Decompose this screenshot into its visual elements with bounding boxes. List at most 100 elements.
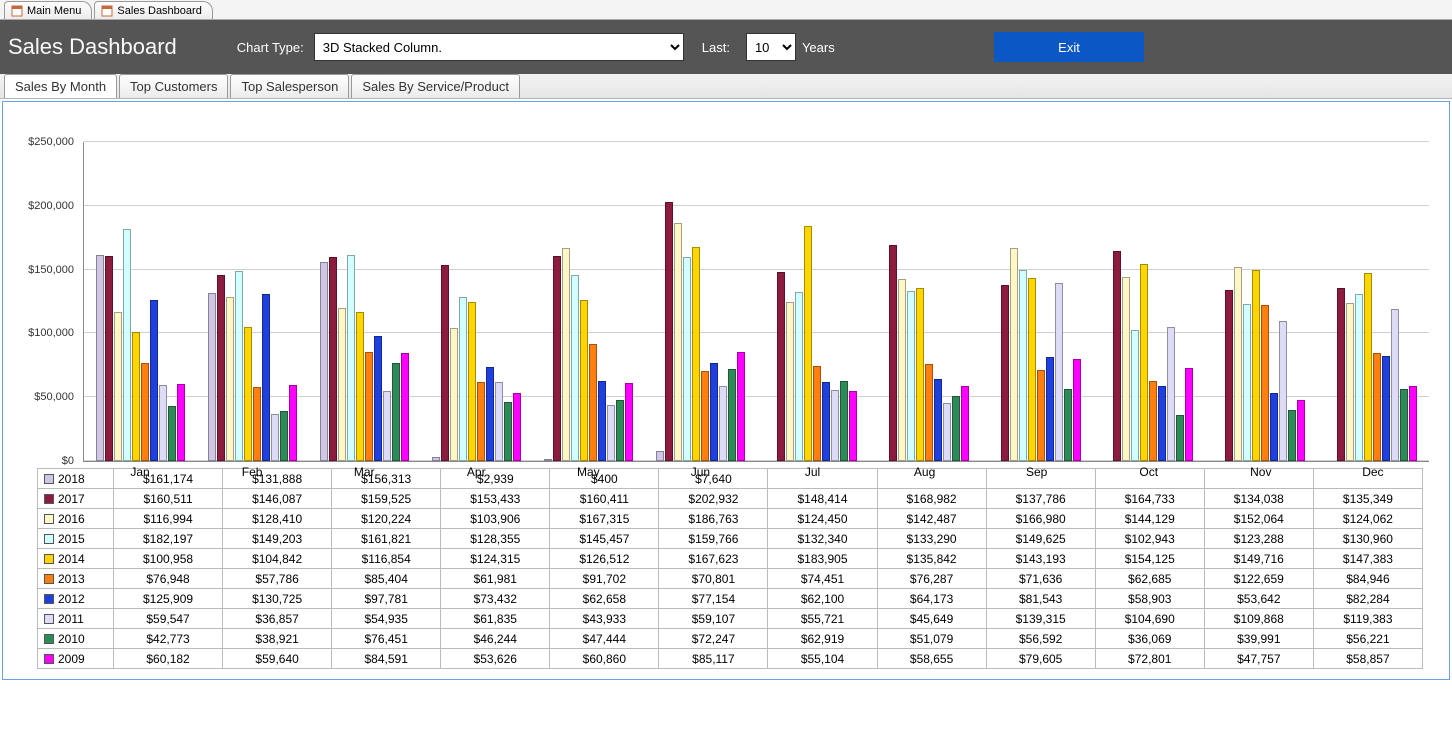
data-cell: $97,781 (332, 589, 441, 609)
series-name: 2017 (58, 492, 85, 506)
bar (701, 371, 709, 461)
bar (486, 367, 494, 461)
table-row: 2014$100,958$104,842$116,854$124,315$126… (38, 549, 1423, 569)
month-group: Oct (1093, 142, 1205, 461)
series-name: 2013 (58, 572, 85, 586)
data-cell: $183,905 (768, 549, 877, 569)
data-cell: $76,948 (114, 569, 223, 589)
bar (598, 381, 606, 461)
data-cell: $51,079 (877, 629, 986, 649)
bar (235, 271, 243, 461)
data-cell: $125,909 (114, 589, 223, 609)
month-group: May (532, 142, 644, 461)
data-cell: $137,786 (986, 489, 1095, 509)
bar (719, 386, 727, 461)
bar (1010, 248, 1018, 461)
bar (1364, 273, 1372, 461)
data-cell: $55,104 (768, 649, 877, 669)
data-cell: $116,994 (114, 509, 223, 529)
data-cell: $76,287 (877, 569, 986, 589)
tab-label: Main Menu (27, 5, 81, 17)
chart-type-select[interactable]: 3D Stacked Column. (314, 33, 684, 61)
bar (1391, 309, 1399, 461)
tab-sales-by-service-product[interactable]: Sales By Service/Product (351, 74, 520, 98)
bar (589, 344, 597, 461)
bar (562, 248, 570, 461)
data-cell: $55,721 (768, 609, 877, 629)
table-row: 2009$60,182$59,640$84,591$53,626$60,860$… (38, 649, 1423, 669)
bar (813, 366, 821, 461)
bar (728, 369, 736, 461)
last-years-select[interactable]: 10 (746, 33, 796, 61)
series-name: 2015 (58, 532, 85, 546)
data-cell: $56,221 (1313, 629, 1422, 649)
bar (1073, 359, 1081, 461)
month-group: Feb (196, 142, 308, 461)
bar (1122, 277, 1130, 461)
bar (737, 352, 745, 461)
data-cell: $62,919 (768, 629, 877, 649)
bar (571, 275, 579, 461)
bar (952, 396, 960, 461)
data-cell: $38,921 (223, 629, 332, 649)
page-title: Sales Dashboard (8, 34, 177, 60)
data-cell: $84,946 (1313, 569, 1422, 589)
data-cell: $149,716 (1204, 549, 1313, 569)
month-group: Jul (756, 142, 868, 461)
tab-top-salesperson[interactable]: Top Salesperson (230, 74, 349, 98)
series-name: 2018 (58, 472, 85, 486)
data-cell: $70,801 (659, 569, 768, 589)
y-tick-label: $100,000 (14, 327, 74, 339)
bar (656, 451, 664, 461)
y-tick-label: $150,000 (14, 264, 74, 276)
bar (96, 255, 104, 461)
data-cell: $103,906 (441, 509, 550, 529)
bar (1225, 290, 1233, 461)
table-row: 2013$76,948$57,786$85,404$61,981$91,702$… (38, 569, 1423, 589)
bar (123, 229, 131, 461)
bar (665, 202, 673, 461)
data-cell: $64,173 (877, 589, 986, 609)
data-cell: $102,943 (1095, 529, 1204, 549)
bar (114, 312, 122, 461)
bar (831, 390, 839, 461)
tab-sales-dashboard[interactable]: Sales Dashboard (94, 1, 212, 19)
bar (1037, 370, 1045, 461)
x-tick-label: Nov (1205, 461, 1317, 479)
chart-panel: $0$50,000$100,000$150,000$200,000$250,00… (2, 101, 1450, 680)
data-cell: $61,835 (441, 609, 550, 629)
bar (1167, 327, 1175, 461)
bar (925, 364, 933, 461)
bar (1149, 381, 1157, 461)
exit-button[interactable]: Exit (994, 32, 1144, 62)
series-name: 2011 (58, 612, 84, 626)
bar (338, 308, 346, 461)
tab-main-menu[interactable]: Main Menu (4, 1, 92, 19)
data-cell: $160,511 (114, 489, 223, 509)
legend-swatch (44, 574, 54, 584)
y-tick-label: $0 (14, 455, 74, 467)
data-cell: $124,450 (768, 509, 877, 529)
table-row: 2017$160,511$146,087$159,525$153,433$160… (38, 489, 1423, 509)
bar (1064, 389, 1072, 461)
data-cell: $81,543 (986, 589, 1095, 609)
bar (150, 300, 158, 461)
bar (1001, 285, 1009, 461)
years-label: Years (802, 40, 835, 55)
series-legend-cell: 2009 (38, 649, 114, 669)
bar (513, 393, 521, 461)
table-row: 2011$59,547$36,857$54,935$61,835$43,933$… (38, 609, 1423, 629)
bar (177, 384, 185, 461)
data-cell: $186,763 (659, 509, 768, 529)
x-tick-label: Jun (644, 461, 756, 479)
data-cell: $47,757 (1204, 649, 1313, 669)
data-cell: $58,655 (877, 649, 986, 669)
tab-sales-by-month[interactable]: Sales By Month (4, 74, 117, 98)
bar (401, 353, 409, 461)
last-label: Last: (702, 40, 730, 55)
data-cell: $134,038 (1204, 489, 1313, 509)
series-name: 2012 (58, 592, 85, 606)
tab-top-customers[interactable]: Top Customers (119, 74, 228, 98)
x-tick-label: Sep (981, 461, 1093, 479)
bar (132, 332, 140, 461)
